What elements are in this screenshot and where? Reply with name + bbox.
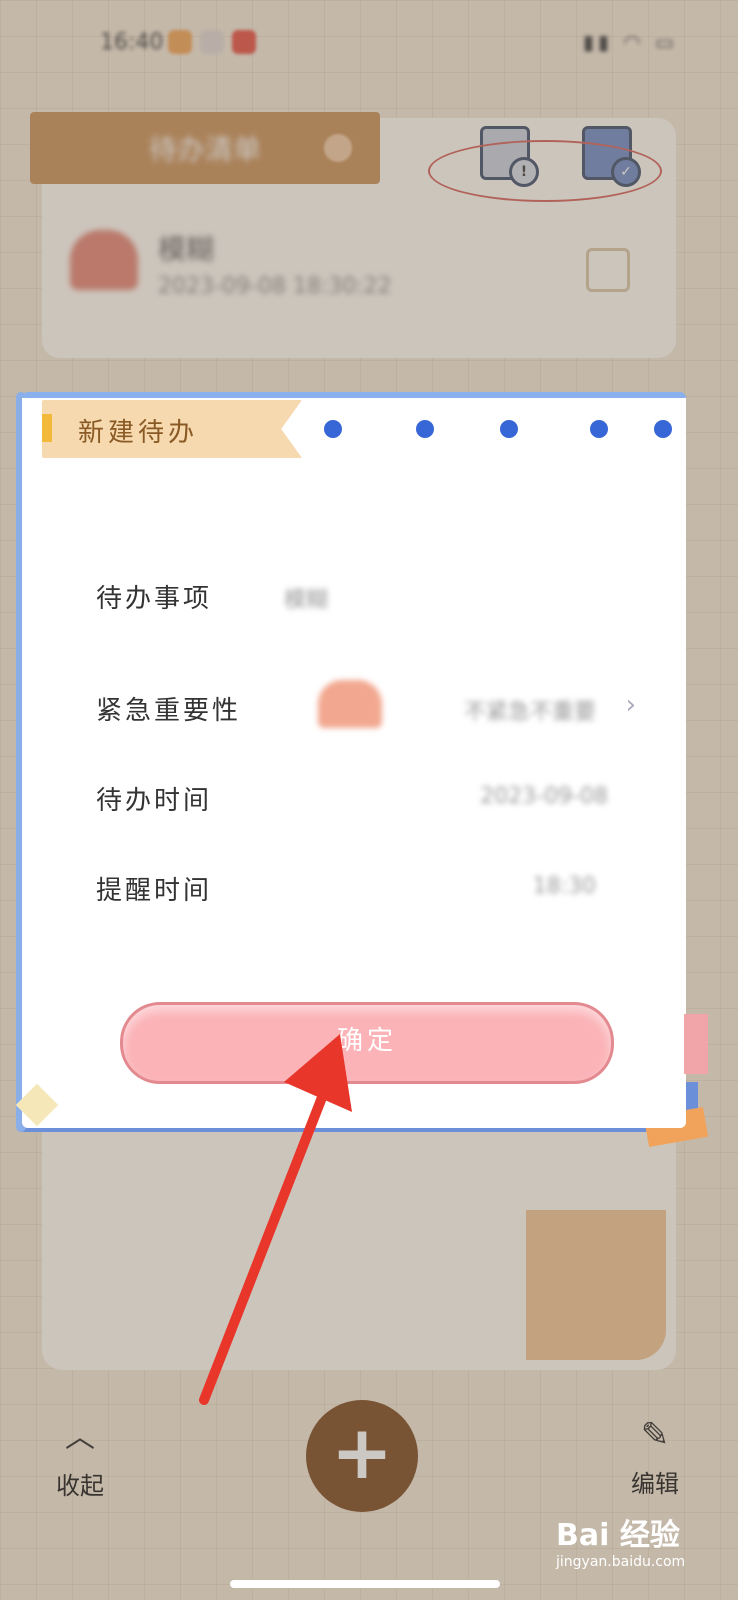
- binder-hole-icon: [416, 420, 434, 438]
- notification-icon: [232, 30, 256, 54]
- todo-date-value: 2023-09-08: [480, 784, 608, 809]
- dialog-title-ribbon: 新建待办: [42, 400, 302, 458]
- binder-hole-icon: [590, 420, 608, 438]
- row-label: 待办事项: [96, 584, 213, 614]
- binder-hole-icon: [500, 420, 518, 438]
- todo-item-input[interactable]: 模糊: [284, 582, 328, 614]
- dialog-title: 新建待办: [78, 418, 199, 448]
- list-title-ribbon: 待办清单: [30, 112, 380, 184]
- priority-value: 不紧急不重要: [463, 700, 596, 725]
- chevron-up-icon: ︿: [65, 1420, 95, 1455]
- priority-sticker-icon: [318, 680, 382, 728]
- tape-sticker: [684, 1014, 708, 1074]
- todo-item-row[interactable]: 待办事项 模糊: [96, 568, 636, 628]
- dropdown-icon[interactable]: [324, 134, 352, 162]
- priority-row[interactable]: 紧急重要性 不紧急不重要 ›: [96, 680, 636, 740]
- status-time: 16:40: [100, 30, 164, 55]
- collapse-button[interactable]: ︿ 收起: [40, 1418, 120, 1508]
- list-title: 待办清单: [148, 133, 261, 166]
- list-item[interactable]: 模糊 2023-09-08 18:30:22: [60, 220, 660, 320]
- home-indicator[interactable]: [230, 1580, 500, 1588]
- add-todo-button[interactable]: +: [306, 1400, 418, 1512]
- new-todo-dialog: 新建待办 待办事项 模糊 紧急重要性 不紧急不重要 › 待办时间 2023-09…: [15, 392, 709, 1147]
- row-label: 待办时间: [96, 786, 213, 816]
- priority-sticker-icon: [70, 230, 138, 290]
- todo-date-row[interactable]: 待办时间 2023-09-08: [96, 770, 636, 830]
- watermark-site: jingyan.baidu.com: [556, 1554, 686, 1570]
- pencil-icon: ✎: [640, 1415, 670, 1455]
- notification-icon: [200, 30, 224, 54]
- status-bar: 16:40 ▮▮ ◠ ▭: [0, 0, 738, 80]
- binder-hole-icon: [654, 420, 672, 438]
- collapse-label: 收起: [56, 1472, 104, 1500]
- background-panel: [42, 1120, 676, 1370]
- binder-hole-icon: [324, 420, 342, 438]
- reminder-time-value: 18:30: [532, 874, 596, 899]
- item-title: 模糊: [158, 233, 215, 266]
- edit-label: 编辑: [631, 1470, 679, 1498]
- row-label: 提醒时间: [96, 876, 213, 906]
- item-checkbox[interactable]: [586, 248, 630, 292]
- dialog-card: 新建待办 待办事项 模糊 紧急重要性 不紧急不重要 › 待办时间 2023-09…: [22, 392, 686, 1128]
- row-label: 紧急重要性: [96, 696, 242, 726]
- reminder-time-row[interactable]: 提醒时间 18:30: [96, 860, 636, 920]
- watermark-logo: Bai 经验: [556, 1518, 680, 1553]
- watermark: Bai 经验 jingyan.baidu.com: [556, 1510, 726, 1580]
- item-time: 2023-09-08 18:30:22: [158, 274, 392, 299]
- confirm-button[interactable]: 确定: [120, 1002, 614, 1084]
- chevron-right-icon: ›: [625, 690, 636, 720]
- notification-icon: [168, 30, 192, 54]
- annotation-circle: [428, 140, 662, 202]
- edit-button[interactable]: ✎ 编辑: [620, 1412, 690, 1502]
- signal-wifi-battery-icons: ▮▮ ◠ ▭: [582, 30, 678, 54]
